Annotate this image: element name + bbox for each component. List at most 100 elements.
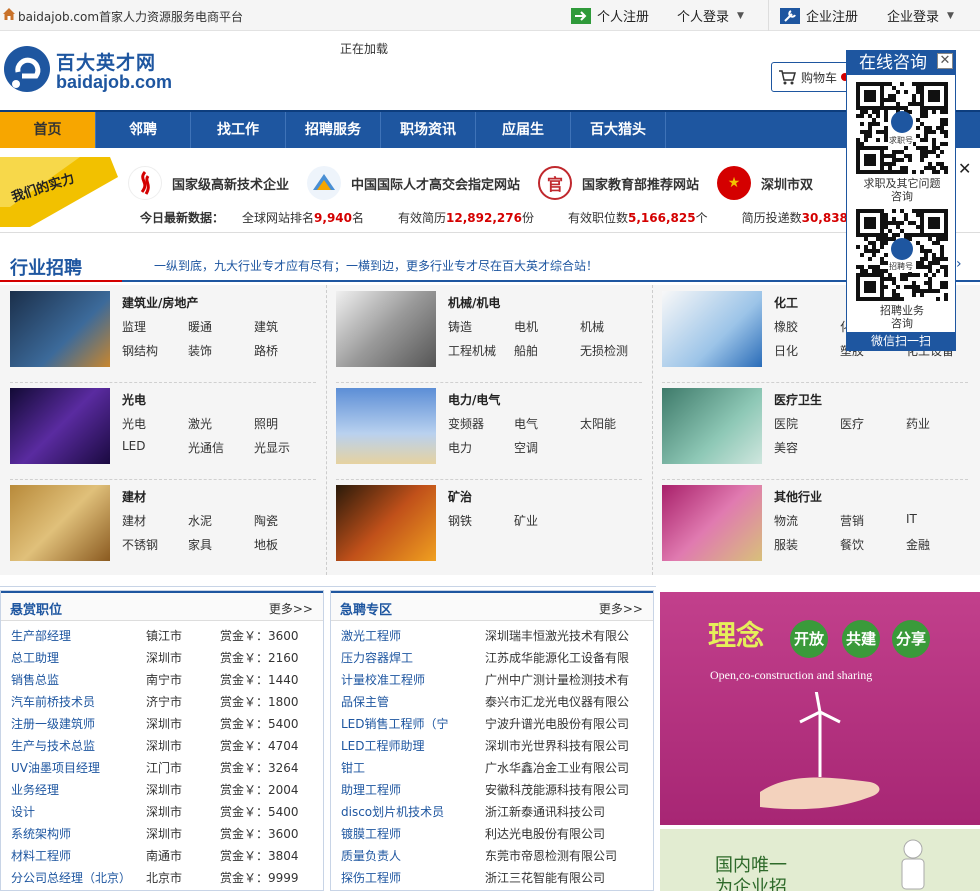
job-title-link[interactable]: 分公司总经理（北京）: [11, 867, 141, 889]
qr-code-job-seeker[interactable]: [856, 82, 948, 174]
category-link[interactable]: 电力: [448, 439, 472, 456]
category-link[interactable]: 日化: [774, 342, 798, 359]
job-title-link[interactable]: 注册一级建筑师: [11, 713, 141, 735]
industry-category[interactable]: 光电 光电 激光 照明 LED 光通信 光显示: [0, 382, 320, 480]
category-link[interactable]: 服装: [774, 536, 798, 553]
job-title-link[interactable]: 生产部经理: [11, 625, 141, 647]
table-row[interactable]: 总工助理 深圳市 赏金￥：2160: [1, 647, 323, 669]
category-name[interactable]: 化工: [774, 294, 798, 311]
category-name[interactable]: 医疗卫生: [774, 391, 822, 408]
close-icon[interactable]: ✕: [958, 159, 971, 178]
nav-career-news[interactable]: 职场资讯: [381, 112, 476, 148]
category-link[interactable]: 橡胶: [774, 318, 798, 335]
job-title-link[interactable]: 汽车前桥技术员: [11, 691, 141, 713]
table-row[interactable]: 压力容器焊工 江苏成华能源化工设备有限: [331, 647, 653, 669]
job-title-link[interactable]: UV油墨项目经理: [11, 757, 141, 779]
category-link[interactable]: 不锈钢: [122, 536, 158, 553]
industry-category[interactable]: 机械/机电 铸造 电机 机械 工程机械 船舶 无损检测: [326, 285, 646, 383]
job-title-link[interactable]: 助理工程师: [341, 779, 479, 801]
more-link[interactable]: 更多>>: [599, 600, 643, 617]
industry-category[interactable]: 建筑业/房地产 监理 暖通 建筑 钢结构 装饰 路桥: [0, 285, 320, 383]
category-image[interactable]: [662, 485, 762, 561]
category-image[interactable]: [10, 485, 110, 561]
table-row[interactable]: 助理工程师 安徽科茂能源科技有限公司: [331, 779, 653, 801]
category-link[interactable]: 矿业: [514, 512, 538, 529]
table-row[interactable]: LED工程师助理 深圳市光世界科技有限公司: [331, 735, 653, 757]
chevron-right-icon[interactable]: ›: [956, 256, 962, 272]
category-link[interactable]: 地板: [254, 536, 278, 553]
category-image[interactable]: [662, 291, 762, 367]
nav-home[interactable]: 首页: [0, 112, 96, 148]
category-link[interactable]: 空调: [514, 439, 538, 456]
category-link[interactable]: 美容: [774, 439, 798, 456]
table-row[interactable]: disco划片机技术员 浙江新泰通讯科技公司: [331, 801, 653, 823]
company-link[interactable]: 深圳瑞丰恒激光技术有限公: [485, 625, 633, 647]
category-link[interactable]: 医疗: [840, 415, 864, 432]
category-link[interactable]: 建筑: [254, 318, 278, 335]
category-link[interactable]: 光电: [122, 415, 146, 432]
company-register-link[interactable]: 企业注册: [780, 0, 858, 31]
category-name[interactable]: 机械/机电: [448, 294, 500, 311]
category-link[interactable]: 医院: [774, 415, 798, 432]
table-row[interactable]: 材料工程师 南通市 赏金￥：3804: [1, 845, 323, 867]
table-row[interactable]: 探伤工程师 浙江三花智能有限公司: [331, 867, 653, 889]
category-link[interactable]: 暖通: [188, 318, 212, 335]
category-link[interactable]: 监理: [122, 318, 146, 335]
job-title-link[interactable]: 激光工程师: [341, 625, 479, 647]
job-title-link[interactable]: 计量校准工程师: [341, 669, 479, 691]
job-title-link[interactable]: 总工助理: [11, 647, 141, 669]
category-name[interactable]: 建材: [122, 488, 146, 505]
table-row[interactable]: UV油墨项目经理 江门市 赏金￥：3264: [1, 757, 323, 779]
site-logo[interactable]: 百大英才网 baidajob.com: [0, 42, 180, 96]
job-title-link[interactable]: 压力容器焊工: [341, 647, 479, 669]
company-link[interactable]: 江苏成华能源化工设备有限: [485, 647, 633, 669]
job-title-link[interactable]: 设计: [11, 801, 141, 823]
nav-headhunter[interactable]: 百大猎头: [571, 112, 666, 148]
company-link[interactable]: 广州中广测计量检测技术有: [485, 669, 633, 691]
job-title-link[interactable]: 探伤工程师: [341, 867, 479, 889]
job-title-link[interactable]: LED工程师助理: [341, 735, 479, 757]
category-image[interactable]: [662, 388, 762, 464]
table-row[interactable]: 设计 深圳市 赏金￥：5400: [1, 801, 323, 823]
table-row[interactable]: 注册一级建筑师 深圳市 赏金￥：5400: [1, 713, 323, 735]
industry-category[interactable]: 其他行业 物流 营销 IT 服装 餐饮 金融: [652, 479, 972, 569]
industry-category[interactable]: 矿治钢铁 矿业: [326, 479, 646, 569]
job-title-link[interactable]: 业务经理: [11, 779, 141, 801]
table-row[interactable]: 汽车前桥技术员 济宁市 赏金￥：1800: [1, 691, 323, 713]
category-image[interactable]: [336, 485, 436, 561]
company-link[interactable]: 安徽科茂能源科技有限公司: [485, 779, 633, 801]
category-name[interactable]: 光电: [122, 391, 146, 408]
table-row[interactable]: 销售总监 南宁市 赏金￥：1440: [1, 669, 323, 691]
table-row[interactable]: 质量负责人 东莞市帝恩检测有限公司: [331, 845, 653, 867]
promo-banner[interactable]: 国内唯一 为企业招: [660, 829, 980, 891]
table-row[interactable]: 生产部经理 镇江市 赏金￥：3600: [1, 625, 323, 647]
cert-item[interactable]: 国家级高新技术企业: [128, 166, 289, 200]
category-image[interactable]: [336, 388, 436, 464]
category-link[interactable]: 光通信: [188, 439, 224, 456]
job-title-link[interactable]: 生产与技术总监: [11, 735, 141, 757]
category-image[interactable]: [336, 291, 436, 367]
table-row[interactable]: 计量校准工程师 广州中广测计量检测技术有: [331, 669, 653, 691]
category-link[interactable]: 餐饮: [840, 536, 864, 553]
table-row[interactable]: 系统架构师 深圳市 赏金￥：3600: [1, 823, 323, 845]
company-link[interactable]: 浙江三花智能有限公司: [485, 867, 633, 889]
category-link[interactable]: 水泥: [188, 512, 212, 529]
job-title-link[interactable]: 销售总监: [11, 669, 141, 691]
company-login-dropdown[interactable]: 企业登录 ▼: [887, 0, 954, 31]
category-link[interactable]: 装饰: [188, 342, 212, 359]
category-link[interactable]: 光显示: [254, 439, 290, 456]
category-name[interactable]: 矿治: [448, 488, 472, 505]
company-link[interactable]: 利达光电股份有限公司: [485, 823, 633, 845]
category-link[interactable]: 钢铁: [448, 512, 472, 529]
category-name[interactable]: 电力/电气: [448, 391, 500, 408]
company-link[interactable]: 东莞市帝恩检测有限公司: [485, 845, 633, 867]
table-row[interactable]: LED销售工程师（宁 宁波升谱光电股份有限公司: [331, 713, 653, 735]
category-link[interactable]: 金融: [906, 536, 930, 553]
job-title-link[interactable]: 系统架构师: [11, 823, 141, 845]
company-link[interactable]: 泰兴市汇龙光电仪器有限公: [485, 691, 633, 713]
company-link[interactable]: 广水华鑫冶金工业有限公司: [485, 757, 633, 779]
job-title-link[interactable]: 镀膜工程师: [341, 823, 479, 845]
category-link[interactable]: 激光: [188, 415, 212, 432]
category-link[interactable]: 陶瓷: [254, 512, 278, 529]
company-link[interactable]: 宁波升谱光电股份有限公司: [485, 713, 633, 735]
